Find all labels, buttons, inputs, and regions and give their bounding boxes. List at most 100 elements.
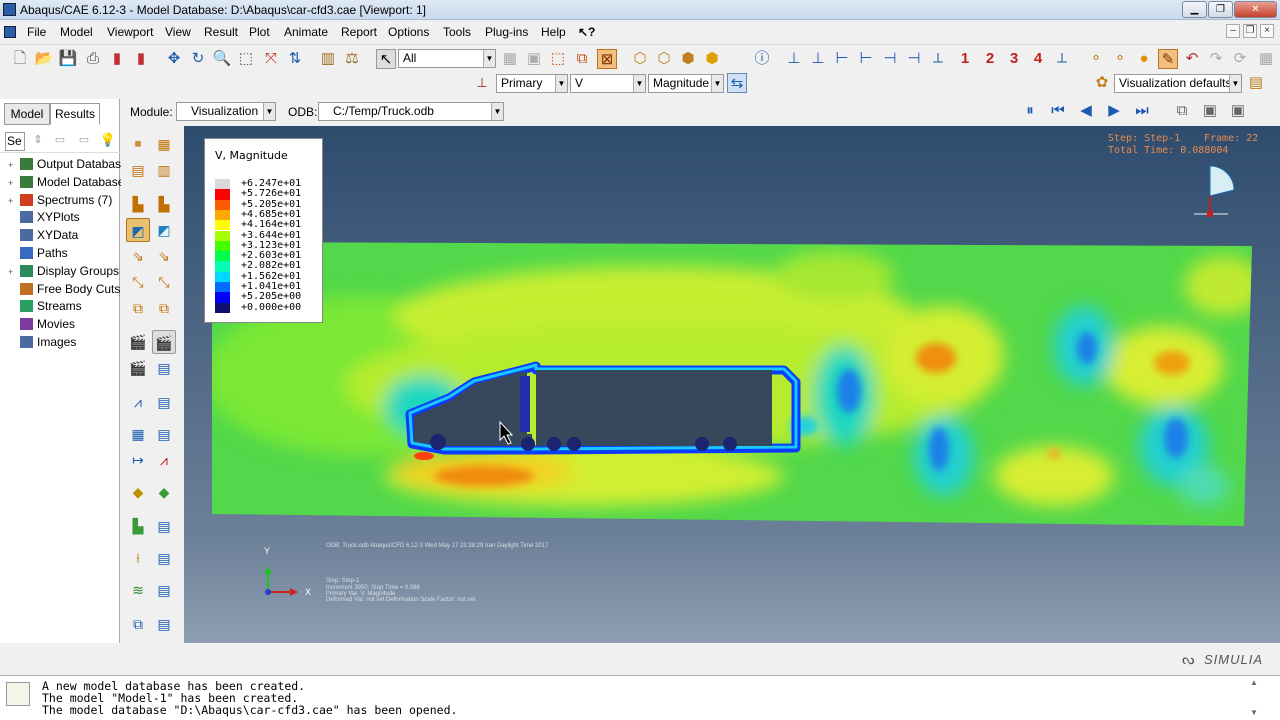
auto-fit-icon[interactable]: ⤧ xyxy=(261,49,281,69)
redo-icon[interactable]: ↷ xyxy=(1206,49,1226,69)
mdi-close-icon[interactable]: × xyxy=(1260,24,1274,38)
render-filled-icon[interactable]: ⬢ xyxy=(678,49,698,69)
last-frame-icon[interactable]: ⏭ xyxy=(1132,101,1152,121)
display-group-highlight-icon[interactable]: ✎ xyxy=(1158,49,1178,69)
save-icon[interactable]: 💾 xyxy=(58,49,78,69)
animate-time-history-icon[interactable]: 🎬 xyxy=(152,330,176,354)
mesh-icon[interactable]: ▮ xyxy=(131,49,151,69)
create-xy-data-icon[interactable]: ⩘ xyxy=(126,390,150,414)
view-right-icon[interactable]: ⊣ xyxy=(904,49,924,69)
plot-material-orientations-icon[interactable]: ⤡ xyxy=(126,270,150,294)
minimize-button[interactable]: ▁ xyxy=(1182,1,1207,18)
tree-item[interactable]: XYPlots xyxy=(8,210,80,227)
plot-symbols-icon[interactable]: ⇘ xyxy=(126,244,150,268)
xy-plot-manager-icon[interactable]: ▤ xyxy=(152,422,176,446)
stream-create-icon[interactable]: ↦ xyxy=(126,448,150,472)
display-group-remove-icon[interactable]: ⚬ xyxy=(1110,49,1130,69)
select-arrow-icon[interactable]: ↖ xyxy=(376,49,396,69)
free-body-cut-icon[interactable]: ⟊ xyxy=(126,546,150,570)
menu-tools[interactable]: Tools xyxy=(443,25,471,39)
selection-option-icon[interactable]: ▦ xyxy=(500,49,520,69)
animation-options-icon[interactable]: ▣ xyxy=(1200,101,1220,121)
stream-options-icon[interactable]: ⩘ xyxy=(152,448,176,472)
plot-contours-deformed-icon[interactable]: ◩ xyxy=(126,218,150,242)
first-frame-icon[interactable]: ⏮ xyxy=(1048,101,1068,121)
plot-contours-undeformed-icon[interactable]: ▤ xyxy=(126,158,150,182)
job-icon[interactable]: ▮ xyxy=(107,49,127,69)
module-combo[interactable]: Visualization ▼ xyxy=(176,102,276,121)
tab-results[interactable]: Results xyxy=(50,103,100,125)
view-cut-manager-icon[interactable]: ◆ xyxy=(152,480,176,504)
cycle-views-icon[interactable]: ⇅ xyxy=(285,49,305,69)
rotate-icon[interactable]: ↻ xyxy=(188,49,208,69)
message-scroll-down-icon[interactable]: ▼ xyxy=(1250,708,1258,717)
display-group-all-icon[interactable]: ● xyxy=(1134,49,1154,69)
symbol-options-icon[interactable]: ⇘ xyxy=(152,244,176,268)
stream-icon[interactable]: ≋ xyxy=(126,578,150,602)
maximize-button[interactable]: ❐ xyxy=(1208,1,1233,18)
view-left-icon[interactable]: ⊣ xyxy=(880,49,900,69)
superimpose-options-icon[interactable]: ⧉ xyxy=(152,296,176,320)
create-xy-plot-icon[interactable]: ▦ xyxy=(126,422,150,446)
selection-filter-combo[interactable]: All ▼ xyxy=(398,49,496,68)
expand-toggle-icon[interactable]: + xyxy=(8,267,16,277)
odb-combo[interactable]: C:/Temp/Truck.odb ▼ xyxy=(318,102,504,121)
view-cut-create-icon[interactable]: ◆ xyxy=(126,480,150,504)
context-help-icon[interactable]: ↖? xyxy=(578,25,595,39)
tree-item[interactable]: Free Body Cuts xyxy=(8,282,120,299)
view-top-icon[interactable]: ⊢ xyxy=(832,49,852,69)
plot-allowable-options-icon[interactable]: ▙ xyxy=(152,192,176,216)
visualization-defaults-combo[interactable]: Visualization defaults ▼ xyxy=(1114,74,1242,93)
common-options-icon[interactable]: ▥ xyxy=(152,158,176,182)
display-group-icon[interactable]: ⚬ xyxy=(1086,49,1106,69)
expand-icon[interactable]: ▭ xyxy=(74,130,94,150)
previous-frame-icon[interactable]: ◀ xyxy=(1076,101,1096,121)
plot-allowable-icon[interactable]: ▙ xyxy=(126,192,150,216)
field-output-type-combo[interactable]: Primary ▼ xyxy=(496,74,568,93)
tree-item[interactable]: + Spectrums (7) xyxy=(8,193,112,210)
options-overflow-icon[interactable]: ▤ xyxy=(1246,73,1266,93)
filter-icon[interactable]: ⇕ xyxy=(28,130,48,150)
contour-options-icon[interactable]: ◩ xyxy=(152,218,176,242)
stream-manager-icon[interactable]: ▤ xyxy=(152,578,176,602)
tab-model[interactable]: Model xyxy=(4,103,50,125)
field-invariant-combo[interactable]: Magnitude ▼ xyxy=(648,74,724,93)
viewport-4-button[interactable]: 4 xyxy=(1028,49,1048,69)
view-iso-icon[interactable]: ⟂ xyxy=(928,49,948,69)
viewport-2-button[interactable]: 2 xyxy=(980,49,1000,69)
pan-icon[interactable]: ✥ xyxy=(164,49,184,69)
collapse-icon[interactable]: ▭ xyxy=(50,130,70,150)
tree-item[interactable]: + Model Databases xyxy=(8,175,130,192)
selection-through-icon[interactable]: ⊠ xyxy=(597,49,617,69)
undo-icon[interactable]: ↶ xyxy=(1182,49,1202,69)
query-manager-icon[interactable]: ▤ xyxy=(152,612,176,636)
selection-drag-icon[interactable]: ⧉ xyxy=(572,49,592,69)
viewport-system-icon[interactable] xyxy=(4,26,16,38)
render-shaded-icon[interactable]: ⬢ xyxy=(702,49,722,69)
view-back-icon[interactable]: ⊥ xyxy=(808,49,828,69)
tree-item[interactable]: Paths xyxy=(8,246,68,263)
animate-harmonic-icon[interactable]: 🎬 xyxy=(126,356,150,380)
display-group-create-icon[interactable]: ▙ xyxy=(126,514,150,538)
tree-item[interactable]: XYData xyxy=(8,228,78,245)
menu-plugins[interactable]: Plug-ins xyxy=(485,25,528,39)
field-variable-combo[interactable]: V ▼ xyxy=(570,74,646,93)
open-icon[interactable]: 📂 xyxy=(34,49,54,69)
view-front-icon[interactable]: ⊥ xyxy=(784,49,804,69)
csys-icon[interactable]: ⟂ xyxy=(1052,49,1072,69)
viewport-canvas[interactable]: V, Magnitude +6.247e+01 +5.726e+01 +5.205e… xyxy=(184,126,1280,643)
frame-selector-icon[interactable]: ⧉ xyxy=(1172,101,1192,121)
expand-toggle-icon[interactable]: + xyxy=(8,178,16,188)
plot-deformed-icon[interactable]: ▦ xyxy=(152,132,176,156)
menu-plot[interactable]: Plot xyxy=(249,25,270,39)
message-icon[interactable] xyxy=(6,682,30,706)
expand-toggle-icon[interactable]: + xyxy=(8,160,16,170)
field-output-sync-icon[interactable]: ⇆ xyxy=(727,73,747,93)
zoom-icon[interactable]: 🔍 xyxy=(212,49,232,69)
selection-box-icon[interactable]: ⬚ xyxy=(548,49,568,69)
query-tool-icon[interactable]: ⧉ xyxy=(126,612,150,636)
tree-item[interactable]: + Output Databases xyxy=(8,157,134,174)
toolbar-overflow-icon[interactable]: ▦ xyxy=(1256,49,1276,69)
render-hidden-icon[interactable]: ⬡ xyxy=(654,49,674,69)
message-scroll-up-icon[interactable]: ▲ xyxy=(1250,678,1258,687)
